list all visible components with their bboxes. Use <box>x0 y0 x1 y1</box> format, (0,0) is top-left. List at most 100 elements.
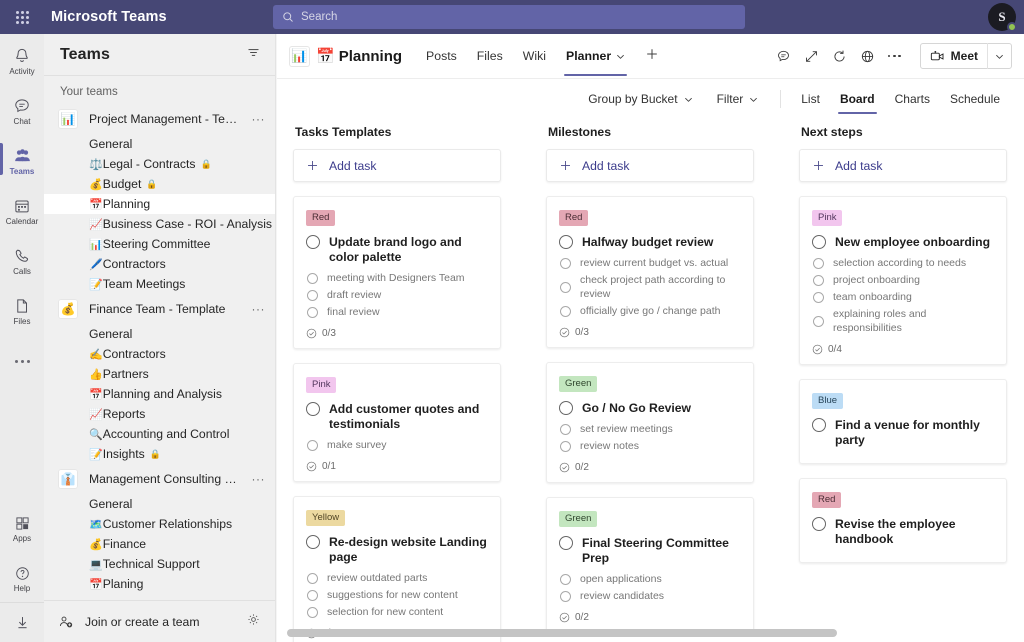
status-badge[interactable]: Blue <box>812 393 844 409</box>
scrollbar-thumb[interactable] <box>287 629 837 637</box>
checklist-item[interactable]: project onboarding <box>812 273 994 287</box>
avatar[interactable]: S <box>988 3 1017 32</box>
status-badge[interactable]: Red <box>559 210 589 226</box>
rail-item-calendar[interactable]: Calendar <box>0 184 44 234</box>
rail-item-chat[interactable]: Chat <box>0 84 44 134</box>
checklist-item[interactable]: officially give go / change path <box>559 304 741 318</box>
channel-item-business-case-roi-analysis[interactable]: 📈 Business Case - ROI - Analysis <box>44 214 275 234</box>
checklist-item[interactable]: explaining roles and responsibilities <box>812 307 994 335</box>
view-tab-board[interactable]: Board <box>830 86 885 114</box>
status-badge[interactable]: Red <box>812 492 842 508</box>
task-card[interactable]: Green Final Steering Committee Prep open a… <box>546 497 754 633</box>
task-complete-checkbox[interactable] <box>812 235 826 249</box>
team-row[interactable]: 📊 Project Management - Template ··· <box>44 104 275 134</box>
teams-list[interactable]: Your teams 📊 Project Management - Templat… <box>44 76 275 600</box>
checklist-checkbox[interactable] <box>560 423 571 435</box>
channel-item-partners[interactable]: 👍 Partners <box>44 364 275 384</box>
checklist-item[interactable]: review notes <box>559 439 741 453</box>
app-launcher-icon[interactable] <box>0 0 44 34</box>
checklist-checkbox[interactable] <box>307 589 318 601</box>
more-horizontal-icon[interactable]: ··· <box>252 302 266 316</box>
rail-item-teams[interactable]: Teams <box>0 134 44 184</box>
checklist-item[interactable]: final review <box>306 305 488 319</box>
channel-item-insights[interactable]: 📝 Insights 🔒 <box>44 444 275 464</box>
globe-icon[interactable] <box>860 49 875 64</box>
checklist-item[interactable]: selection for new content <box>306 605 488 619</box>
task-complete-checkbox[interactable] <box>306 235 320 249</box>
channel-item-contractors[interactable]: 🖊️ Contractors <box>44 254 275 274</box>
checklist-checkbox[interactable] <box>307 289 318 301</box>
channel-item-finance[interactable]: 💰 Finance <box>44 534 275 554</box>
conversation-icon[interactable] <box>776 49 791 64</box>
task-card[interactable]: Green Go / No Go Review set review meeting… <box>546 362 754 483</box>
checklist-checkbox[interactable] <box>560 281 571 293</box>
planner-board[interactable]: Tasks Templates Add task Red Update brand l… <box>277 115 1024 642</box>
task-complete-checkbox[interactable] <box>559 536 573 550</box>
status-badge[interactable]: Pink <box>306 377 337 393</box>
team-row[interactable]: 👔 Management Consulting - Tem... ··· <box>44 464 275 494</box>
more-horizontal-icon[interactable]: ··· <box>252 472 266 486</box>
more-options-icon[interactable] <box>887 54 901 58</box>
rail-item-more[interactable] <box>0 334 44 384</box>
checklist-checkbox[interactable] <box>813 315 824 327</box>
horizontal-scrollbar[interactable] <box>287 629 1013 638</box>
checklist-checkbox[interactable] <box>307 306 318 318</box>
expand-icon[interactable] <box>804 49 819 64</box>
checklist-checkbox[interactable] <box>560 573 571 585</box>
more-horizontal-icon[interactable]: ··· <box>252 112 266 126</box>
download-app-button[interactable] <box>0 602 44 642</box>
channel-item-contractors[interactable]: ✍️ Contractors <box>44 344 275 364</box>
channel-item-general[interactable]: General <box>44 494 275 514</box>
checklist-item[interactable]: meeting with Designers Team <box>306 271 488 285</box>
checklist-item[interactable]: open applications <box>559 572 741 586</box>
task-complete-checkbox[interactable] <box>812 418 826 432</box>
channel-item-accounting-and-control[interactable]: 🔍 Accounting and Control <box>44 424 275 444</box>
checklist-item[interactable]: draft review <box>306 288 488 302</box>
rail-item-files[interactable]: Files <box>0 284 44 334</box>
task-complete-checkbox[interactable] <box>306 535 320 549</box>
channel-item-general[interactable]: General <box>44 324 275 344</box>
add-task-button[interactable]: Add task <box>546 149 754 182</box>
add-task-button[interactable]: Add task <box>293 149 501 182</box>
rail-item-calls[interactable]: Calls <box>0 234 44 284</box>
tab-wiki[interactable]: Wiki <box>513 34 556 79</box>
checklist-checkbox[interactable] <box>560 440 571 452</box>
checklist-checkbox[interactable] <box>307 572 318 584</box>
checklist-item[interactable]: selection according to needs <box>812 256 994 270</box>
checklist-item[interactable]: set review meetings <box>559 422 741 436</box>
team-row[interactable]: 💰 Finance Team - Template ··· <box>44 294 275 324</box>
tab-planner[interactable]: Planner <box>556 34 635 79</box>
status-badge[interactable]: Red <box>306 210 336 226</box>
view-tab-schedule[interactable]: Schedule <box>940 86 1010 112</box>
checklist-item[interactable]: check project path according to review <box>559 273 741 301</box>
checklist-item[interactable]: review current budget vs. actual <box>559 256 741 270</box>
channel-item-technical-support[interactable]: 💻 Technical Support <box>44 554 275 574</box>
checklist-checkbox[interactable] <box>307 272 318 284</box>
checklist-checkbox[interactable] <box>560 257 571 269</box>
filter-icon[interactable] <box>246 45 261 65</box>
checklist-item[interactable]: review outdated parts <box>306 571 488 585</box>
channel-item-planning-and-analysis[interactable]: 📅 Planning and Analysis <box>44 384 275 404</box>
meet-caret-button[interactable] <box>987 43 1011 69</box>
task-card[interactable]: Pink New employee onboarding selection acc… <box>799 196 1007 365</box>
channel-item-reports[interactable]: 📈 Reports <box>44 404 275 424</box>
filter-button[interactable]: Filter <box>705 86 771 112</box>
task-complete-checkbox[interactable] <box>559 401 573 415</box>
channel-item-customer-relationships[interactable]: 🗺️ Customer Relationships <box>44 514 275 534</box>
add-tab-button[interactable] <box>635 47 669 66</box>
rail-item-apps[interactable]: Apps <box>0 502 44 552</box>
view-tab-charts[interactable]: Charts <box>885 86 940 112</box>
channel-item-legal-contracts[interactable]: ⚖️ Legal - Contracts 🔒 <box>44 154 275 174</box>
checklist-item[interactable]: review candidates <box>559 589 741 603</box>
channel-item-budget[interactable]: 💰 Budget 🔒 <box>44 174 275 194</box>
task-card[interactable]: Blue Find a venue for monthly party <box>799 379 1007 464</box>
add-task-button[interactable]: Add task <box>799 149 1007 182</box>
tab-posts[interactable]: Posts <box>416 34 467 79</box>
status-badge[interactable]: Yellow <box>306 510 346 526</box>
view-tab-list[interactable]: List <box>791 86 830 112</box>
gear-icon[interactable] <box>246 612 261 632</box>
status-badge[interactable]: Green <box>559 376 598 392</box>
checklist-item[interactable]: team onboarding <box>812 290 994 304</box>
checklist-item[interactable]: make survey <box>306 438 488 452</box>
task-card[interactable]: Yellow Re-design website Landing page revi… <box>293 496 501 642</box>
